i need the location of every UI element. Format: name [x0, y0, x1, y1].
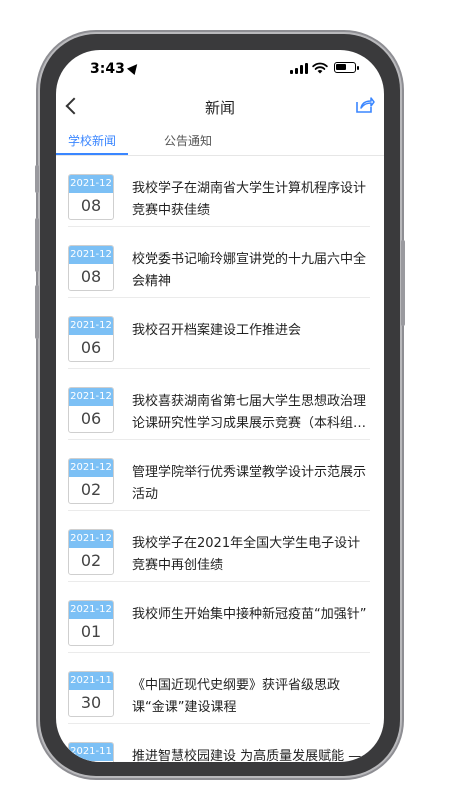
- news-item[interactable]: 2021-12 02 我校学子在2021年全国大学生电子设计竞赛中再创佳绩: [56, 511, 384, 582]
- date-day: 02: [80, 480, 102, 499]
- date-month: 2021-12: [69, 459, 113, 477]
- date-badge: 2021-12 08: [68, 245, 114, 291]
- news-item[interactable]: 2021-12 02 管理学院举行优秀课堂教学设计示范展示活动: [56, 440, 384, 511]
- tab-school-news[interactable]: 学校新闻: [68, 132, 116, 149]
- date-day: 30: [80, 693, 102, 712]
- date-month: 2021-12: [69, 388, 113, 406]
- power-button: [401, 240, 405, 326]
- news-title: 管理学院举行优秀课堂教学设计示范展示活动: [132, 465, 367, 502]
- status-bar: 3:43: [56, 50, 384, 90]
- date-badge: 2021-12 01: [68, 600, 114, 646]
- date-badge: 2021-12 02: [68, 529, 114, 575]
- date-day: 02: [80, 551, 102, 570]
- share-icon[interactable]: [355, 95, 375, 115]
- date-badge: 2021-11: [68, 742, 114, 762]
- news-item[interactable]: 2021-12 08 校党委书记喻玲娜宣讲党的十九届六中全会精神: [56, 227, 384, 298]
- navigation-bar: 新闻: [56, 90, 384, 126]
- date-month: 2021-11: [69, 672, 113, 690]
- date-badge: 2021-12 02: [68, 458, 114, 504]
- news-title: 我校喜获湖南省第七届大学生思想政治理论课研究性学习成果展示竞赛（本科组…: [132, 394, 367, 431]
- date-day: 06: [80, 338, 102, 357]
- cellular-signal-icon: [290, 63, 308, 74]
- date-month: 2021-12: [69, 317, 113, 335]
- date-month: 2021-12: [69, 246, 113, 264]
- news-title: 校党委书记喻玲娜宣讲党的十九届六中全会精神: [132, 252, 367, 289]
- date-badge: 2021-11 30: [68, 671, 114, 717]
- date-month: 2021-12: [69, 530, 113, 548]
- news-item[interactable]: 2021-12 06 我校召开档案建设工作推进会: [56, 298, 384, 369]
- category-tabs: 学校新闻 公告通知: [56, 128, 384, 156]
- volume-down-button: [35, 285, 39, 339]
- news-item[interactable]: 2021-12 06 我校喜获湖南省第七届大学生思想政治理论课研究性学习成果展示…: [56, 369, 384, 440]
- date-day: 08: [80, 196, 102, 215]
- mute-switch: [35, 165, 39, 193]
- location-arrow-icon: [126, 60, 142, 76]
- news-title: 我校师生开始集中接种新冠疫苗“加强针”: [132, 607, 367, 622]
- news-title: 我校学子在2021年全国大学生电子设计竞赛中再创佳绩: [132, 536, 361, 573]
- status-time: 3:43: [90, 61, 125, 77]
- screen: 3:43 新闻 学校新闻 公告通知 2021-12 08 我校学子在湖南省大学生…: [56, 50, 384, 762]
- date-day: 08: [80, 267, 102, 286]
- date-month: 2021-12: [69, 175, 113, 193]
- date-month: 2021-12: [69, 601, 113, 619]
- date-day: 01: [80, 622, 102, 641]
- news-title: 我校召开档案建设工作推进会: [132, 323, 302, 338]
- date-badge: 2021-12 06: [68, 316, 114, 362]
- date-badge: 2021-12 06: [68, 387, 114, 433]
- tab-announcements[interactable]: 公告通知: [164, 132, 212, 149]
- news-title: 《中国近现代史纲要》获评省级思政课“金课”建设课程: [132, 678, 341, 715]
- active-tab-indicator: [56, 153, 128, 155]
- news-item[interactable]: 2021-11 30 《中国近现代史纲要》获评省级思政课“金课”建设课程: [56, 653, 384, 724]
- wifi-icon: [312, 62, 328, 74]
- date-month: 2021-11: [69, 743, 113, 761]
- news-item[interactable]: 2021-12 01 我校师生开始集中接种新冠疫苗“加强针”: [56, 582, 384, 653]
- volume-up-button: [35, 218, 39, 272]
- news-title: 我校学子在湖南省大学生计算机程序设计竞赛中获佳绩: [132, 181, 367, 218]
- news-title: 推进智慧校园建设 为高质量发展赋能 —: [132, 749, 362, 762]
- page-title: 新闻: [204, 99, 235, 117]
- battery-icon: [334, 62, 359, 73]
- news-item[interactable]: 2021-11 推进智慧校园建设 为高质量发展赋能 —: [56, 724, 384, 762]
- date-badge: 2021-12 08: [68, 174, 114, 220]
- news-item[interactable]: 2021-12 08 我校学子在湖南省大学生计算机程序设计竞赛中获佳绩: [56, 156, 384, 227]
- news-list: 2021-12 08 我校学子在湖南省大学生计算机程序设计竞赛中获佳绩 2021…: [56, 156, 384, 762]
- date-day: 06: [80, 409, 102, 428]
